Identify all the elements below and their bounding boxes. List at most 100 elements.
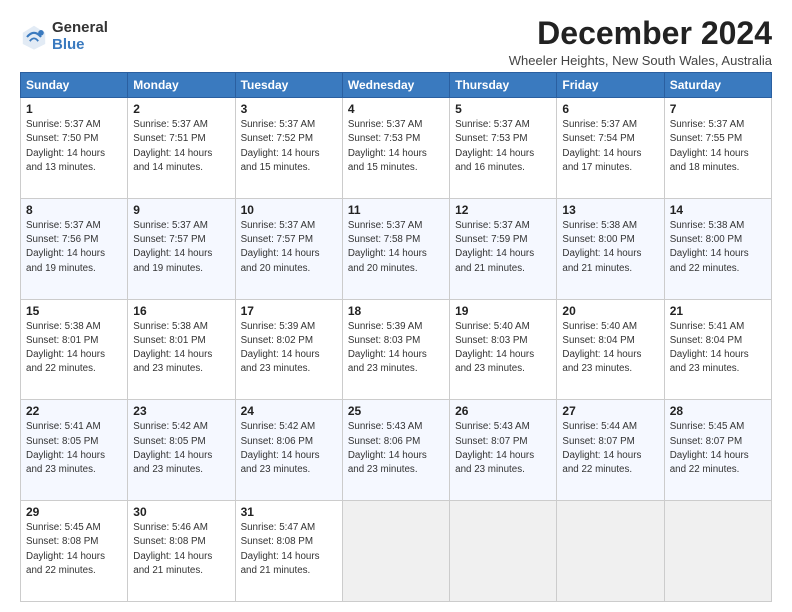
day-number: 22 (26, 404, 122, 418)
calendar-day-cell: 23Sunrise: 5:42 AMSunset: 8:05 PMDayligh… (128, 400, 235, 501)
calendar-header-wednesday: Wednesday (342, 73, 449, 98)
calendar-day-cell: 11 Sunrise: 5:37 AMSunset: 7:58 PMDayligh… (342, 198, 449, 299)
day-number: 26 (455, 404, 551, 418)
day-info: Sunrise: 5:37 AMSunset: 7:51 PMDaylight:… (133, 118, 229, 175)
calendar-day-cell: 14 Sunrise: 5:38 AMSunset: 8:00 PMDayligh… (664, 198, 771, 299)
calendar-day-cell: 30 Sunrise: 5:46 AMSunset: 8:08 PMDayligh… (128, 501, 235, 602)
day-info: Sunrise: 5:37 AMSunset: 7:53 PMDaylight:… (455, 118, 551, 175)
day-info: Sunrise: 5:37 AMSunset: 7:59 PMDaylight:… (455, 219, 551, 276)
calendar-day-cell: 17 Sunrise: 5:39 AMSunset: 8:02 PMDayligh… (235, 299, 342, 400)
day-number: 14 (670, 203, 766, 217)
day-number: 28 (670, 404, 766, 418)
logo-blue-text: Blue (52, 37, 108, 54)
calendar-table: SundayMondayTuesdayWednesdayThursdayFrid… (20, 72, 772, 602)
logo: General Blue (20, 20, 108, 53)
day-info: Sunrise: 5:45 AMSunset: 8:07 PMDaylight:… (670, 420, 766, 477)
day-number: 16 (133, 304, 229, 318)
day-number: 15 (26, 304, 122, 318)
calendar-day-cell: 13Sunrise: 5:38 AMSunset: 8:00 PMDayligh… (557, 198, 664, 299)
calendar-day-cell: 5 Sunrise: 5:37 AMSunset: 7:53 PMDaylight… (450, 98, 557, 199)
calendar-week-row: 22 Sunrise: 5:41 AMSunset: 8:05 PMDayligh… (21, 400, 772, 501)
day-number: 30 (133, 505, 229, 519)
calendar-day-cell: 22 Sunrise: 5:41 AMSunset: 8:05 PMDayligh… (21, 400, 128, 501)
day-info: Sunrise: 5:41 AMSunset: 8:04 PMDaylight:… (670, 320, 766, 377)
day-number: 29 (26, 505, 122, 519)
day-info: Sunrise: 5:40 AMSunset: 8:03 PMDaylight:… (455, 320, 551, 377)
day-info: Sunrise: 5:37 AMSunset: 7:52 PMDaylight:… (241, 118, 337, 175)
calendar-week-row: 1 Sunrise: 5:37 AMSunset: 7:50 PMDaylight… (21, 98, 772, 199)
day-info: Sunrise: 5:37 AMSunset: 7:58 PMDaylight:… (348, 219, 444, 276)
day-number: 11 (348, 203, 444, 217)
calendar-day-cell: 4 Sunrise: 5:37 AMSunset: 7:53 PMDaylight… (342, 98, 449, 199)
day-info: Sunrise: 5:37 AMSunset: 7:56 PMDaylight:… (26, 219, 122, 276)
day-info: Sunrise: 5:39 AMSunset: 8:03 PMDaylight:… (348, 320, 444, 377)
day-info: Sunrise: 5:38 AMSunset: 8:01 PMDaylight:… (133, 320, 229, 377)
day-info: Sunrise: 5:37 AMSunset: 7:53 PMDaylight:… (348, 118, 444, 175)
calendar-day-cell: 31 Sunrise: 5:47 AMSunset: 8:08 PMDayligh… (235, 501, 342, 602)
day-number: 20 (562, 304, 658, 318)
day-info: Sunrise: 5:42 AMSunset: 8:05 PMDaylight:… (133, 420, 229, 477)
day-info: Sunrise: 5:37 AMSunset: 7:50 PMDaylight:… (26, 118, 122, 175)
title-section: December 2024 Wheeler Heights, New South… (509, 16, 772, 68)
calendar-day-cell: 10Sunrise: 5:37 AMSunset: 7:57 PMDayligh… (235, 198, 342, 299)
calendar-day-cell: 15Sunrise: 5:38 AMSunset: 8:01 PMDayligh… (21, 299, 128, 400)
day-number: 9 (133, 203, 229, 217)
day-info: Sunrise: 5:46 AMSunset: 8:08 PMDaylight:… (133, 521, 229, 578)
day-number: 7 (670, 102, 766, 116)
day-info: Sunrise: 5:40 AMSunset: 8:04 PMDaylight:… (562, 320, 658, 377)
day-info: Sunrise: 5:39 AMSunset: 8:02 PMDaylight:… (241, 320, 337, 377)
month-title: December 2024 (509, 16, 772, 51)
day-number: 21 (670, 304, 766, 318)
day-info: Sunrise: 5:43 AMSunset: 8:07 PMDaylight:… (455, 420, 551, 477)
day-number: 27 (562, 404, 658, 418)
day-info: Sunrise: 5:43 AMSunset: 8:06 PMDaylight:… (348, 420, 444, 477)
day-number: 19 (455, 304, 551, 318)
day-number: 10 (241, 203, 337, 217)
day-number: 2 (133, 102, 229, 116)
day-number: 18 (348, 304, 444, 318)
calendar-day-cell: 20 Sunrise: 5:40 AMSunset: 8:04 PMDayligh… (557, 299, 664, 400)
day-number: 4 (348, 102, 444, 116)
day-number: 1 (26, 102, 122, 116)
day-number: 5 (455, 102, 551, 116)
day-info: Sunrise: 5:47 AMSunset: 8:08 PMDaylight:… (241, 521, 337, 578)
day-number: 31 (241, 505, 337, 519)
calendar-day-cell: 1 Sunrise: 5:37 AMSunset: 7:50 PMDaylight… (21, 98, 128, 199)
logo-text: General Blue (52, 20, 108, 53)
day-number: 12 (455, 203, 551, 217)
day-info: Sunrise: 5:38 AMSunset: 8:00 PMDaylight:… (670, 219, 766, 276)
day-info: Sunrise: 5:41 AMSunset: 8:05 PMDaylight:… (26, 420, 122, 477)
logo-icon (20, 23, 48, 51)
calendar-header-row: SundayMondayTuesdayWednesdayThursdayFrid… (21, 73, 772, 98)
day-number: 24 (241, 404, 337, 418)
calendar-header-monday: Monday (128, 73, 235, 98)
day-info: Sunrise: 5:37 AMSunset: 7:57 PMDaylight:… (133, 219, 229, 276)
calendar-week-row: 15 Sunrise: 5:38 AMSunset: 8:01 PMDayligh… (21, 299, 772, 400)
calendar-day-cell (450, 501, 557, 602)
day-info: Sunrise: 5:37 AMSunset: 7:54 PMDaylight:… (562, 118, 658, 175)
calendar-week-row: 29 Sunrise: 5:45 AMSunset: 8:08 PMDayligh… (21, 501, 772, 602)
calendar-day-cell: 21 Sunrise: 5:41 AMSunset: 8:04 PMDayligh… (664, 299, 771, 400)
calendar-header-saturday: Saturday (664, 73, 771, 98)
calendar-day-cell: 18 Sunrise: 5:39 AMSunset: 8:03 PMDayligh… (342, 299, 449, 400)
day-info: Sunrise: 5:37 AMSunset: 7:55 PMDaylight:… (670, 118, 766, 175)
day-number: 8 (26, 203, 122, 217)
day-info: Sunrise: 5:42 AMSunset: 8:06 PMDaylight:… (241, 420, 337, 477)
calendar-header-thursday: Thursday (450, 73, 557, 98)
calendar-day-cell: 19 Sunrise: 5:40 AMSunset: 8:03 PMDayligh… (450, 299, 557, 400)
day-info: Sunrise: 5:45 AMSunset: 8:08 PMDaylight:… (26, 521, 122, 578)
day-number: 17 (241, 304, 337, 318)
calendar-day-cell: 3Sunrise: 5:37 AMSunset: 7:52 PMDaylight… (235, 98, 342, 199)
calendar-day-cell: 6Sunrise: 5:37 AMSunset: 7:54 PMDaylight… (557, 98, 664, 199)
calendar-day-cell: 16 Sunrise: 5:38 AMSunset: 8:01 PMDayligh… (128, 299, 235, 400)
calendar-header-tuesday: Tuesday (235, 73, 342, 98)
location: Wheeler Heights, New South Wales, Austra… (509, 53, 772, 68)
day-number: 25 (348, 404, 444, 418)
calendar-day-cell: 28 Sunrise: 5:45 AMSunset: 8:07 PMDayligh… (664, 400, 771, 501)
calendar-day-cell: 26 Sunrise: 5:43 AMSunset: 8:07 PMDayligh… (450, 400, 557, 501)
header: General Blue December 2024 Wheeler Heigh… (20, 16, 772, 68)
calendar-day-cell (664, 501, 771, 602)
calendar-day-cell: 9 Sunrise: 5:37 AMSunset: 7:57 PMDaylight… (128, 198, 235, 299)
calendar-day-cell: 29 Sunrise: 5:45 AMSunset: 8:08 PMDayligh… (21, 501, 128, 602)
day-info: Sunrise: 5:38 AMSunset: 8:00 PMDaylight:… (562, 219, 658, 276)
